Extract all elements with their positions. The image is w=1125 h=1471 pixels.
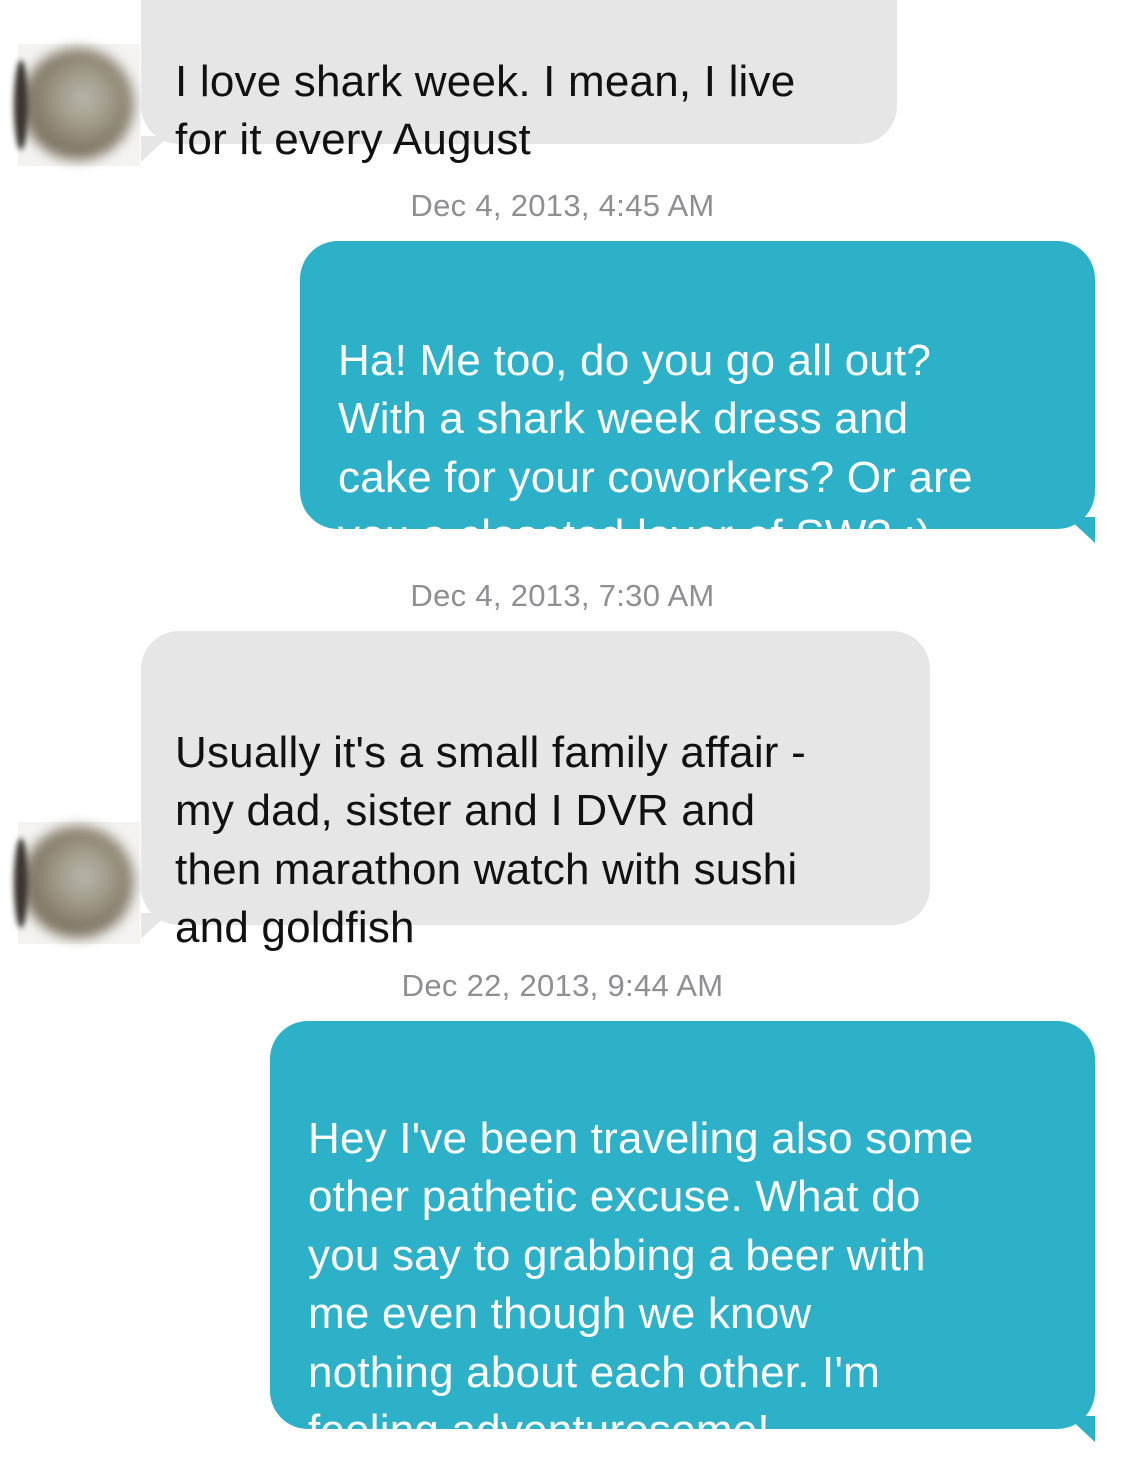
incoming-message-bubble[interactable]: Usually it's a small family affair - my …: [141, 631, 930, 952]
message-text: Usually it's a small family affair - my …: [175, 727, 806, 953]
message-thread[interactable]: I love shark week. I mean, I live for it…: [0, 0, 1125, 1471]
contact-avatar-icon[interactable]: [22, 48, 134, 160]
incoming-bubble-tail: [141, 136, 169, 162]
message-text: Hey I've been traveling also some other …: [308, 1113, 974, 1456]
message-timestamp: Dec 22, 2013, 9:44 AM: [401, 968, 724, 1003]
contact-avatar-icon[interactable]: [22, 826, 134, 938]
outgoing-bubble-tail: [1067, 1416, 1095, 1442]
message-text: I love shark week. I mean, I live for it…: [175, 56, 796, 165]
message-timestamp: Dec 4, 2013, 4:45 AM: [410, 188, 715, 223]
avatar-edge: [14, 838, 28, 928]
outgoing-message-bubble[interactable]: Ha! Me too, do you go all out? With a sh…: [300, 241, 1095, 560]
outgoing-bubble-tail: [1067, 517, 1095, 543]
avatar-edge: [14, 60, 28, 150]
incoming-bubble-tail: [141, 913, 169, 939]
outgoing-message-bubble[interactable]: Hey I've been traveling also some other …: [270, 1021, 1095, 1455]
incoming-message-bubble[interactable]: I love shark week. I mean, I live for it…: [141, 0, 897, 164]
message-text: Ha! Me too, do you go all out? With a sh…: [338, 335, 973, 561]
message-timestamp: Dec 4, 2013, 7:30 AM: [410, 578, 715, 613]
